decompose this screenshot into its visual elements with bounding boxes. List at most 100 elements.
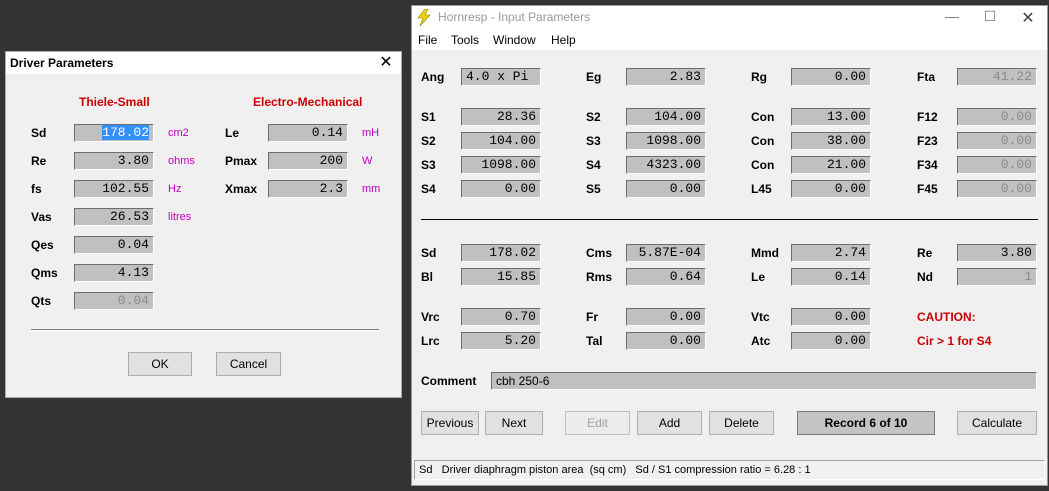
s1-field[interactable]: 28.36 [461, 108, 541, 126]
eg-field[interactable]: 2.83 [626, 68, 706, 86]
tal-field[interactable]: 0.00 [626, 332, 706, 350]
heading-thiele-small: Thiele-Small [79, 95, 150, 109]
driver-titlebar: Driver Parameters ✕ [6, 52, 401, 74]
input-titlebar: Hornresp - Input Parameters — ☐ ✕ [412, 6, 1047, 30]
delete-button[interactable]: Delete [709, 411, 774, 435]
label-f23: F23 [917, 134, 938, 148]
label-s4: S4 [586, 158, 601, 172]
sd-2-field[interactable]: 178.02 [461, 244, 541, 262]
input-title: Hornresp - Input Parameters [438, 10, 591, 24]
label-con-1: Con [751, 110, 775, 124]
label-f34: F34 [917, 158, 938, 172]
maximize-icon[interactable]: ☐ [971, 8, 1009, 25]
label-con-3: Con [751, 158, 775, 172]
fr-field[interactable]: 0.00 [626, 308, 706, 326]
le-field[interactable]: 0.14 [268, 124, 348, 142]
xmax-field[interactable]: 2.3 [268, 180, 348, 198]
label-nd: Nd [917, 270, 933, 284]
comment-field[interactable]: cbh 250-6 [491, 372, 1037, 390]
label-rg: Rg [751, 70, 767, 84]
menu-file[interactable]: File [418, 33, 437, 47]
close-icon[interactable]: ✕ [371, 52, 401, 74]
re-field[interactable]: 3.80 [74, 152, 154, 170]
label-sd-2: Sd [421, 246, 437, 260]
ok-button[interactable]: OK [128, 352, 192, 376]
label-qms: Qms [31, 266, 58, 280]
label-vtc: Vtc [751, 310, 770, 324]
con-1-field[interactable]: 13.00 [791, 108, 871, 126]
previous-button[interactable]: Previous [421, 411, 479, 435]
unit-mh: mH [362, 127, 380, 139]
s4-field[interactable]: 4323.00 [626, 156, 706, 174]
unit-mm: mm [362, 183, 381, 195]
vas-field[interactable]: 26.53 [74, 208, 154, 226]
label-qes: Qes [31, 238, 54, 252]
label-sd: Sd [31, 126, 47, 140]
s4-b-field[interactable]: 0.00 [461, 180, 541, 198]
label-vrc: Vrc [421, 310, 440, 324]
calculate-button[interactable]: Calculate [957, 411, 1037, 435]
window-close-icon[interactable]: ✕ [1009, 8, 1047, 28]
pmax-field[interactable]: 200 [268, 152, 348, 170]
next-button[interactable]: Next [485, 411, 543, 435]
label-lrc: Lrc [421, 334, 440, 348]
label-fs: fs [31, 182, 42, 196]
lightning-icon [417, 9, 431, 26]
label-tal: Tal [586, 334, 603, 348]
label-fta: Fta [917, 70, 935, 84]
label-mmd: Mmd [751, 246, 779, 260]
rms-field[interactable]: 0.64 [626, 268, 706, 286]
unit-litres: litres [168, 211, 192, 223]
rg-field[interactable]: 0.00 [791, 68, 871, 86]
mmd-field[interactable]: 2.74 [791, 244, 871, 262]
status-text: Sd Driver diaphragm piston area (sq cm) … [419, 464, 811, 476]
l45-field[interactable]: 0.00 [791, 180, 871, 198]
lrc-field[interactable]: 5.20 [461, 332, 541, 350]
driver-title: Driver Parameters [10, 56, 114, 70]
menu-window[interactable]: Window [493, 33, 536, 47]
label-cms: Cms [586, 246, 613, 260]
qes-field[interactable]: 0.04 [74, 236, 154, 254]
menu-bar: File Tools Window Help [412, 30, 1047, 50]
label-l45: L45 [751, 182, 772, 196]
re-2-field[interactable]: 3.80 [957, 244, 1037, 262]
atc-field[interactable]: 0.00 [791, 332, 871, 350]
vrc-field[interactable]: 0.70 [461, 308, 541, 326]
label-fr: Fr [586, 310, 598, 324]
label-con-2: Con [751, 134, 775, 148]
cms-field[interactable]: 5.87E-04 [626, 244, 706, 262]
label-comment: Comment [421, 374, 477, 388]
label-s2-b: S2 [421, 134, 436, 148]
ang-field[interactable]: 4.0 x Pi [461, 68, 541, 86]
s3-b-field[interactable]: 1098.00 [461, 156, 541, 174]
label-le: Le [225, 126, 240, 140]
fs-field[interactable]: 102.55 [74, 180, 154, 198]
s2-field[interactable]: 104.00 [626, 108, 706, 126]
add-button[interactable]: Add [637, 411, 702, 435]
label-s1: S1 [421, 110, 436, 124]
status-bar: Sd Driver diaphragm piston area (sq cm) … [414, 460, 1045, 480]
menu-help[interactable]: Help [551, 33, 576, 47]
unit-hz: Hz [168, 183, 182, 195]
con-2-field[interactable]: 38.00 [791, 132, 871, 150]
menu-tools[interactable]: Tools [451, 33, 479, 47]
qms-field[interactable]: 4.13 [74, 264, 154, 282]
f23-field: 0.00 [957, 132, 1037, 150]
f34-field: 0.00 [957, 156, 1037, 174]
sd-field[interactable]: 178.02 [74, 124, 154, 142]
minimize-icon[interactable]: — [933, 8, 971, 24]
s5-field[interactable]: 0.00 [626, 180, 706, 198]
con-3-field[interactable]: 21.00 [791, 156, 871, 174]
fta-field: 41.22 [957, 68, 1037, 86]
bl-field[interactable]: 15.85 [461, 268, 541, 286]
vtc-field[interactable]: 0.00 [791, 308, 871, 326]
label-le-2: Le [751, 270, 766, 284]
cancel-button[interactable]: Cancel [216, 352, 281, 376]
section-divider [421, 219, 1038, 220]
label-atc: Atc [751, 334, 771, 348]
s2-b-field[interactable]: 104.00 [461, 132, 541, 150]
le-2-field[interactable]: 0.14 [791, 268, 871, 286]
label-qts: Qts [31, 294, 52, 308]
s3-field[interactable]: 1098.00 [626, 132, 706, 150]
label-s3: S3 [586, 134, 601, 148]
